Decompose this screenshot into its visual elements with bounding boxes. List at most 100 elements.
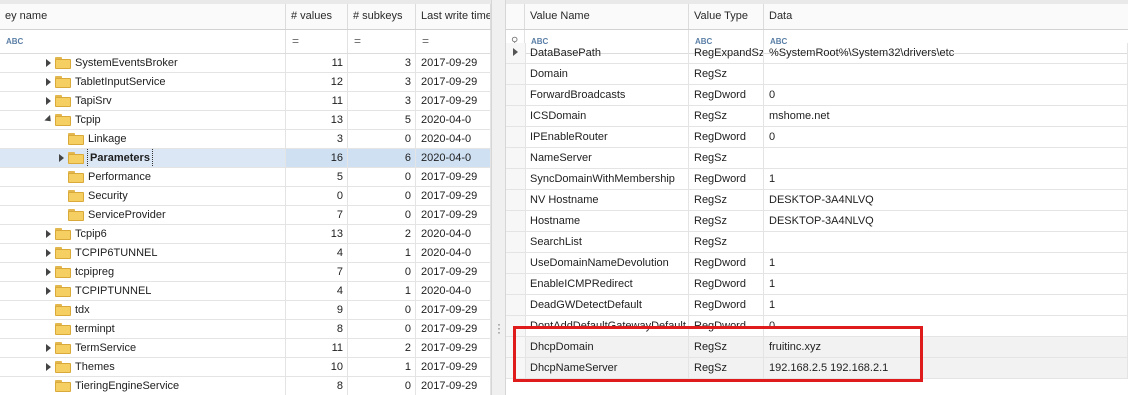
value-row[interactable]: NV Hostname RegSz DESKTOP-3A4NLVQ <box>506 190 1128 211</box>
subkeys-count-cell: 6 <box>348 149 416 167</box>
expand-arrow-icon[interactable] <box>46 230 51 238</box>
row-indicator[interactable] <box>506 274 526 294</box>
last-write-time-cell: 2020-04-0 <box>416 282 491 300</box>
row-indicator[interactable] <box>506 169 526 189</box>
key-tree-row[interactable]: Tcpip 13 5 2020-04-0 <box>0 111 491 130</box>
key-tree-row[interactable]: TieringEngineService 8 0 2017-09-29 <box>0 377 491 395</box>
expand-arrow-icon[interactable] <box>46 249 51 257</box>
key-name-cell[interactable]: TermService <box>0 339 286 357</box>
value-row[interactable]: Domain RegSz <box>506 64 1128 85</box>
folder-icon <box>55 266 71 278</box>
key-tree-row[interactable]: Tcpip6 13 2 2020-04-0 <box>0 225 491 244</box>
column-header-values[interactable]: # values <box>286 4 348 29</box>
value-row[interactable]: EnableICMPRedirect RegDword 1 <box>506 274 1128 295</box>
key-name-cell[interactable]: TieringEngineService <box>0 377 286 395</box>
value-row[interactable]: UseDomainNameDevolution RegDword 1 <box>506 253 1128 274</box>
column-header-value-name[interactable]: Value Name <box>525 4 689 29</box>
filter-last-write-time[interactable]: = <box>416 30 491 53</box>
row-indicator[interactable] <box>506 232 526 252</box>
key-tree-row[interactable]: tdx 9 0 2017-09-29 <box>0 301 491 320</box>
key-name-cell[interactable]: ServiceProvider <box>0 206 286 224</box>
key-name-cell[interactable]: TCPIPTUNNEL <box>0 282 286 300</box>
row-indicator[interactable] <box>506 211 526 231</box>
key-name-cell[interactable]: Themes <box>0 358 286 376</box>
row-indicator[interactable] <box>506 106 526 126</box>
key-tree-row[interactable]: TapiSrv 11 3 2017-09-29 <box>0 92 491 111</box>
key-tree-row[interactable]: Security 0 0 2017-09-29 <box>0 187 491 206</box>
last-write-time-cell: 2017-09-29 <box>416 358 491 376</box>
expand-arrow-icon[interactable] <box>46 344 51 352</box>
expand-arrow-icon[interactable] <box>46 97 51 105</box>
key-name-cell[interactable]: Tcpip <box>0 111 286 129</box>
expand-arrow-icon[interactable] <box>46 59 51 67</box>
key-name-cell[interactable]: tcpipreg <box>0 263 286 281</box>
expand-arrow-icon[interactable] <box>46 287 51 295</box>
filter-key-name[interactable]: ABC <box>0 30 286 53</box>
key-name-cell[interactable]: Security <box>0 187 286 205</box>
key-name-cell[interactable]: Parameters <box>0 149 286 167</box>
column-header-subkeys[interactable]: # subkeys <box>348 4 416 29</box>
key-name-cell[interactable]: Linkage <box>0 130 286 148</box>
column-header-last-write-time[interactable]: Last write time <box>416 4 491 29</box>
column-header-value-type[interactable]: Value Type <box>689 4 764 29</box>
row-indicator[interactable] <box>506 190 526 210</box>
key-name-cell[interactable]: terminpt <box>0 320 286 338</box>
key-name-cell[interactable]: Performance <box>0 168 286 186</box>
row-indicator[interactable] <box>506 64 526 84</box>
values-count-cell: 8 <box>286 377 348 395</box>
key-tree-row[interactable]: Parameters 16 6 2020-04-0 <box>0 149 491 168</box>
value-data-cell: DESKTOP-3A4NLVQ <box>764 190 1128 210</box>
filter-abc-icon: ABC <box>6 37 24 46</box>
value-row[interactable]: Hostname RegSz DESKTOP-3A4NLVQ <box>506 211 1128 232</box>
value-name-cell: NV Hostname <box>525 190 689 210</box>
key-tree-row[interactable]: TCPIPTUNNEL 4 1 2020-04-0 <box>0 282 491 301</box>
key-name-cell[interactable]: SystemEventsBroker <box>0 54 286 72</box>
key-name-cell[interactable]: TCPIP6TUNNEL <box>0 244 286 262</box>
value-name-cell: DataBasePath <box>525 43 689 63</box>
row-indicator[interactable] <box>506 43 526 63</box>
collapse-arrow-icon[interactable] <box>44 114 54 125</box>
key-tree-row[interactable]: ServiceProvider 7 0 2017-09-29 <box>0 206 491 225</box>
row-indicator[interactable] <box>506 253 526 273</box>
pane-splitter[interactable]: · · · <box>491 0 506 395</box>
key-tree-row[interactable]: Linkage 3 0 2020-04-0 <box>0 130 491 149</box>
column-header-key-name[interactable]: ey name <box>0 4 286 29</box>
row-indicator[interactable] <box>506 127 526 147</box>
value-name-cell: UseDomainNameDevolution <box>525 253 689 273</box>
key-tree-row[interactable]: Performance 5 0 2017-09-29 <box>0 168 491 187</box>
key-tree-row[interactable]: Themes 10 1 2017-09-29 <box>0 358 491 377</box>
folder-icon <box>68 209 84 221</box>
filter-values[interactable]: = <box>286 30 348 53</box>
key-name-cell[interactable]: TabletInputService <box>0 73 286 91</box>
key-tree-row[interactable]: TermService 11 2 2017-09-29 <box>0 339 491 358</box>
expand-arrow-icon[interactable] <box>46 78 51 86</box>
row-indicator[interactable] <box>506 148 526 168</box>
values-count-cell: 5 <box>286 168 348 186</box>
filter-subkeys[interactable]: = <box>348 30 416 53</box>
value-row[interactable]: DeadGWDetectDefault RegDword 1 <box>506 295 1128 316</box>
key-tree-row[interactable]: tcpipreg 7 0 2017-09-29 <box>0 263 491 282</box>
column-header-data[interactable]: Data <box>764 4 1128 29</box>
row-indicator[interactable] <box>506 295 526 315</box>
value-row[interactable]: DataBasePath RegExpandSz %SystemRoot%\Syst… <box>506 43 1128 64</box>
value-row[interactable]: SyncDomainWithMembership RegDword 1 <box>506 169 1128 190</box>
row-indicator-header <box>506 4 525 29</box>
value-row[interactable]: ForwardBroadcasts RegDword 0 <box>506 85 1128 106</box>
value-row[interactable]: IPEnableRouter RegDword 0 <box>506 127 1128 148</box>
value-row[interactable]: ICSDomain RegSz mshome.net <box>506 106 1128 127</box>
value-type-cell: RegSz <box>689 64 764 84</box>
key-tree-row[interactable]: terminpt 8 0 2017-09-29 <box>0 320 491 339</box>
expand-arrow-icon[interactable] <box>59 154 64 162</box>
key-name-cell[interactable]: Tcpip6 <box>0 225 286 243</box>
key-tree-row[interactable]: TCPIP6TUNNEL 4 1 2020-04-0 <box>0 244 491 263</box>
key-name-cell[interactable]: tdx <box>0 301 286 319</box>
key-tree-row[interactable]: TabletInputService 12 3 2017-09-29 <box>0 73 491 92</box>
key-name-cell[interactable]: TapiSrv <box>0 92 286 110</box>
row-indicator[interactable] <box>506 85 526 105</box>
value-row[interactable]: NameServer RegSz <box>506 148 1128 169</box>
expand-arrow-icon[interactable] <box>46 363 51 371</box>
expand-arrow-icon[interactable] <box>46 268 51 276</box>
values-count-cell: 11 <box>286 339 348 357</box>
key-tree-row[interactable]: SystemEventsBroker 11 3 2017-09-29 <box>0 54 491 73</box>
value-row[interactable]: SearchList RegSz <box>506 232 1128 253</box>
